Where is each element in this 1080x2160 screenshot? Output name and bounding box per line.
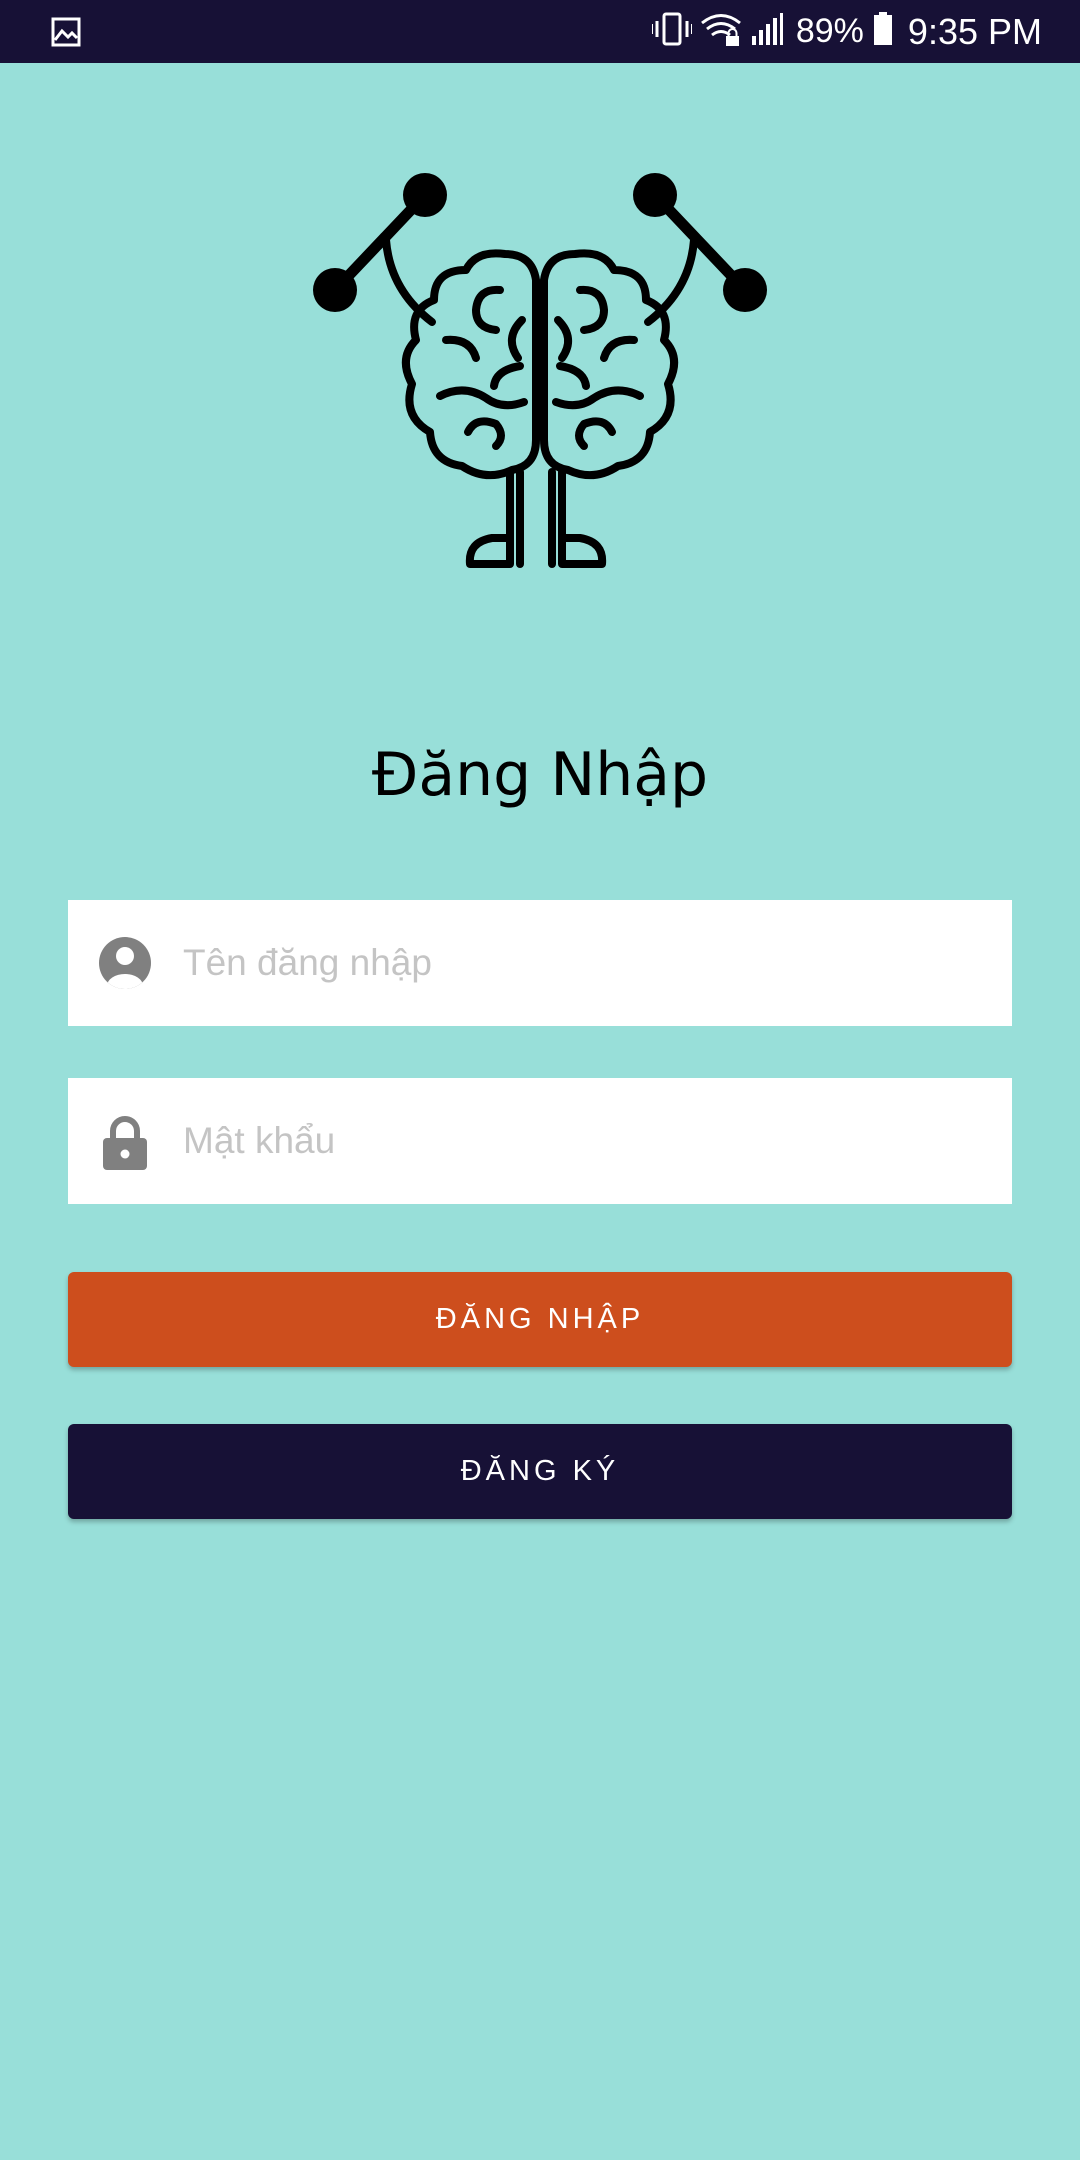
- image-icon: [50, 16, 82, 48]
- register-button[interactable]: ĐĂNG KÝ: [68, 1424, 1012, 1519]
- wifi-lock-icon: [700, 12, 742, 51]
- clock: 9:35 PM: [907, 10, 1042, 52]
- battery-percent: 89%: [795, 12, 864, 50]
- password-field[interactable]: [68, 1078, 1012, 1204]
- lock-icon: [98, 1114, 152, 1170]
- status-icons: 89% 9:35 PM: [650, 0, 1042, 63]
- brain-lifting-icon: [300, 170, 780, 590]
- status-bar: 89% 9:35 PM: [0, 0, 1080, 63]
- login-button[interactable]: ĐĂNG NHẬP: [68, 1272, 1012, 1367]
- vibrate-icon: [650, 12, 693, 51]
- account-circle-icon: [98, 936, 152, 990]
- username-input[interactable]: [183, 900, 983, 1026]
- battery-icon: [872, 12, 894, 51]
- signal-icon: [750, 12, 784, 51]
- page-title: Đăng Nhập: [371, 740, 709, 810]
- username-field[interactable]: [68, 900, 1012, 1026]
- password-input[interactable]: [183, 1078, 983, 1204]
